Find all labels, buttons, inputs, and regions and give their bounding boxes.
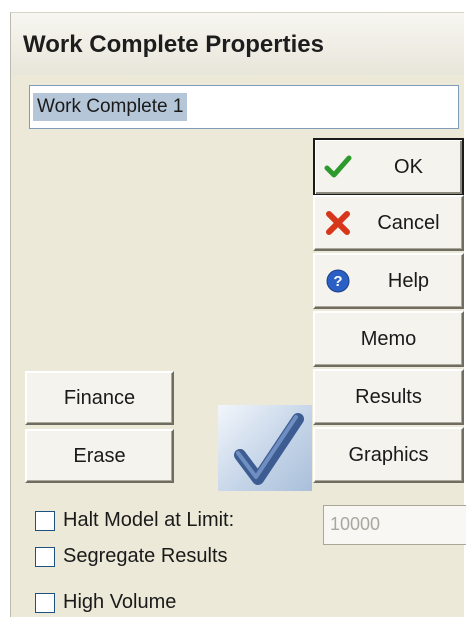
limit-input: 10000 bbox=[323, 505, 466, 545]
window-title: Work Complete Properties bbox=[23, 31, 324, 58]
finance-button[interactable]: Finance bbox=[25, 371, 174, 425]
blue-question-icon: ? bbox=[323, 266, 353, 296]
segregate-results-option[interactable]: Segregate Results bbox=[35, 545, 228, 568]
segregate-results-label: Segregate Results bbox=[63, 545, 228, 567]
help-label: Help bbox=[387, 269, 430, 292]
halt-model-option[interactable]: Halt Model at Limit: bbox=[35, 509, 234, 532]
high-volume-checkbox[interactable] bbox=[35, 592, 55, 613]
help-button[interactable]: ? Help bbox=[313, 253, 464, 309]
memo-button[interactable]: Memo bbox=[313, 311, 464, 367]
name-input-value: Work Complete 1 bbox=[33, 93, 188, 121]
erase-button[interactable]: Erase bbox=[25, 429, 174, 483]
ok-button[interactable]: OK bbox=[313, 138, 464, 196]
limit-input-value: 10000 bbox=[330, 514, 381, 534]
results-button[interactable]: Results bbox=[313, 369, 464, 425]
graphics-label: Graphics bbox=[348, 443, 429, 466]
title-bar[interactable]: Work Complete Properties bbox=[11, 13, 464, 75]
work-complete-checkmark-icon bbox=[218, 405, 312, 491]
results-label: Results bbox=[355, 385, 422, 408]
finance-label: Finance bbox=[63, 386, 136, 409]
green-checkmark-icon bbox=[323, 152, 353, 182]
memo-label: Memo bbox=[360, 327, 417, 350]
high-volume-label: High Volume bbox=[63, 591, 177, 613]
halt-model-checkbox[interactable] bbox=[35, 510, 55, 531]
svg-text:?: ? bbox=[333, 273, 342, 290]
name-input[interactable]: Work Complete 1 bbox=[29, 85, 459, 129]
ok-label: OK bbox=[394, 155, 423, 178]
graphics-button[interactable]: Graphics bbox=[313, 427, 464, 483]
high-volume-option[interactable]: High Volume bbox=[35, 591, 176, 614]
work-complete-properties-dialog: Work Complete Properties Work Complete 1… bbox=[10, 12, 466, 617]
halt-model-label: Halt Model at Limit: bbox=[63, 509, 235, 531]
erase-label: Erase bbox=[73, 444, 126, 467]
red-x-icon bbox=[323, 208, 353, 238]
cancel-button[interactable]: Cancel bbox=[313, 195, 464, 251]
cancel-label: Cancel bbox=[377, 211, 440, 234]
segregate-results-checkbox[interactable] bbox=[35, 546, 55, 567]
